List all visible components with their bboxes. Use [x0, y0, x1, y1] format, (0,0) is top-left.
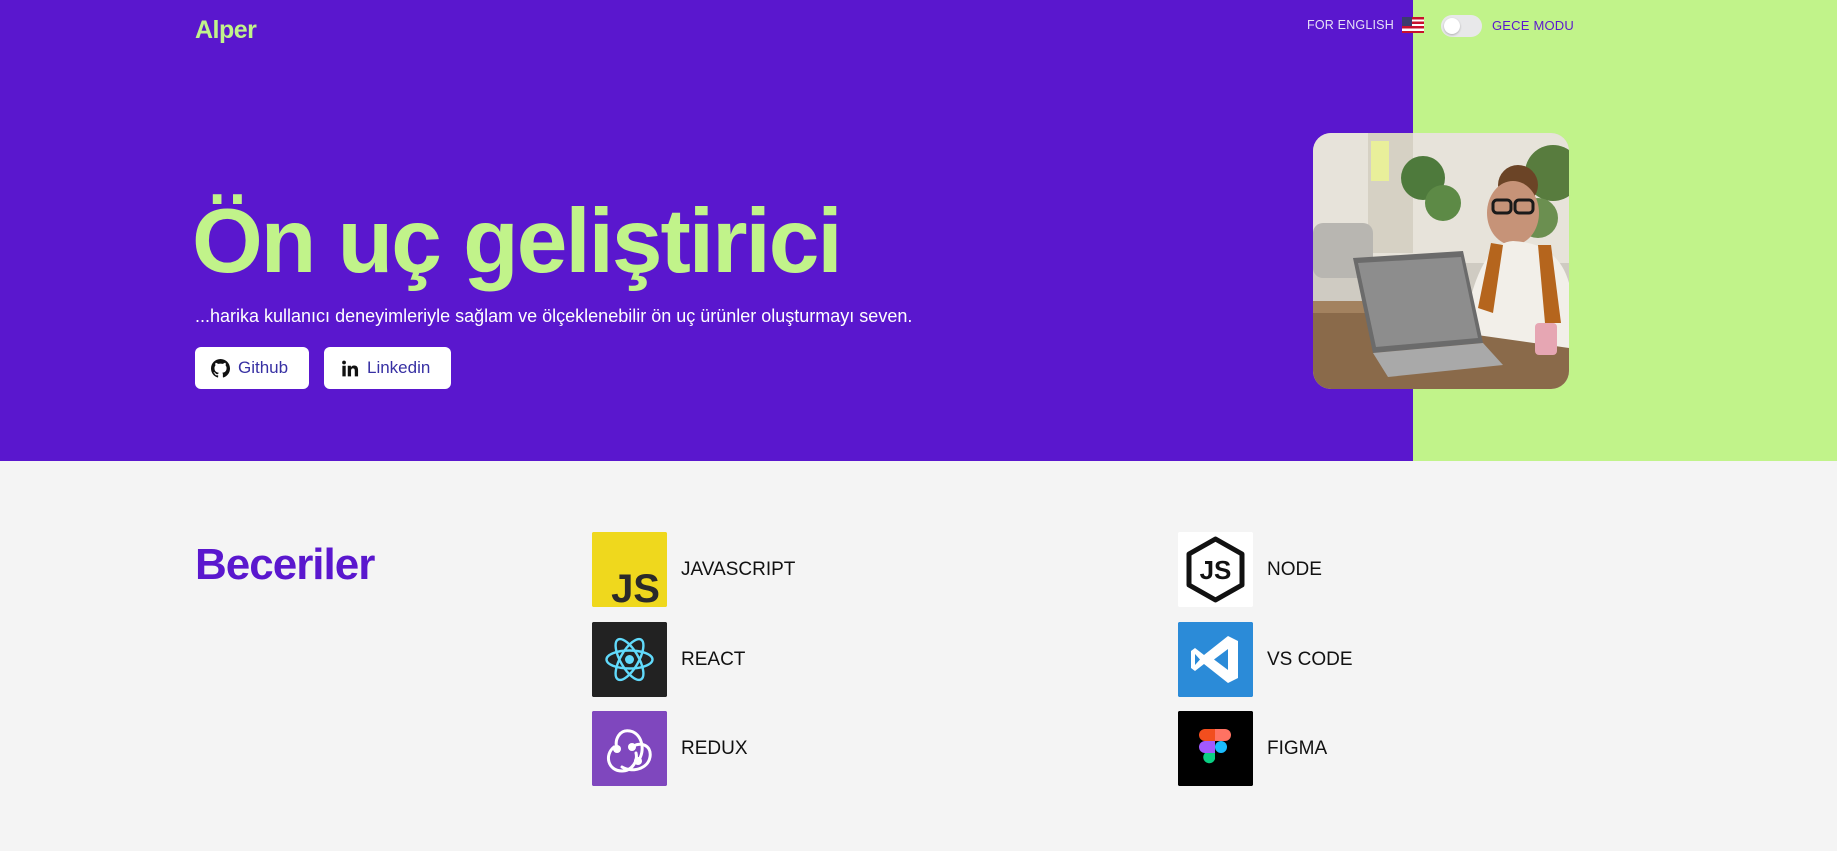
- toggle-knob: [1444, 18, 1460, 34]
- language-switch[interactable]: FOR ENGLISH: [1307, 17, 1424, 33]
- language-switch-label: FOR ENGLISH: [1307, 18, 1394, 32]
- skill-item-react: REACT: [592, 622, 745, 697]
- linkedin-button[interactable]: Linkedin: [324, 347, 451, 389]
- skill-item-vscode: VS CODE: [1178, 622, 1353, 697]
- figma-icon: [1178, 711, 1253, 786]
- skill-label: REDUX: [681, 737, 748, 759]
- profile-photo: [1313, 133, 1569, 389]
- skill-label: REACT: [681, 648, 746, 670]
- github-icon: [211, 358, 230, 378]
- hero-tagline: ...harika kullanıcı deneyimleriyle sağla…: [195, 306, 913, 326]
- dark-mode-toggle[interactable]: [1441, 15, 1482, 37]
- hero-headline: Ön uç geliştirici: [192, 191, 843, 292]
- hero-section: Alper FOR ENGLISH GECE MODU Ön uç gelişt…: [0, 0, 1837, 461]
- linkedin-button-label: Linkedin: [367, 358, 431, 377]
- site-logo[interactable]: Alper: [195, 16, 257, 45]
- skill-label: FIGMA: [1267, 737, 1328, 759]
- skills-title: Beceriler: [195, 540, 375, 589]
- skill-item-node: JS NODE: [1178, 532, 1322, 607]
- redux-icon: [592, 711, 667, 786]
- nodejs-icon: JS: [1178, 532, 1253, 607]
- skill-label: VS CODE: [1267, 648, 1353, 670]
- svg-text:JS: JS: [1200, 555, 1232, 585]
- skill-label: JAVASCRIPT: [681, 558, 796, 580]
- svg-text:JS: JS: [611, 567, 660, 607]
- us-flag-icon: [1401, 17, 1424, 33]
- linkedin-icon: [342, 360, 359, 376]
- javascript-icon: JS: [592, 532, 667, 607]
- github-button-label: Github: [238, 358, 289, 377]
- skill-label: NODE: [1267, 558, 1322, 580]
- skill-item-figma: FIGMA: [1178, 711, 1327, 786]
- skill-item-redux: REDUX: [592, 711, 748, 786]
- skill-item-javascript: JS JAVASCRIPT: [592, 532, 795, 607]
- github-button[interactable]: Github: [195, 347, 309, 389]
- dark-mode-label: GECE MODU: [1492, 18, 1574, 33]
- vscode-icon: [1178, 622, 1253, 697]
- react-icon: [592, 622, 667, 697]
